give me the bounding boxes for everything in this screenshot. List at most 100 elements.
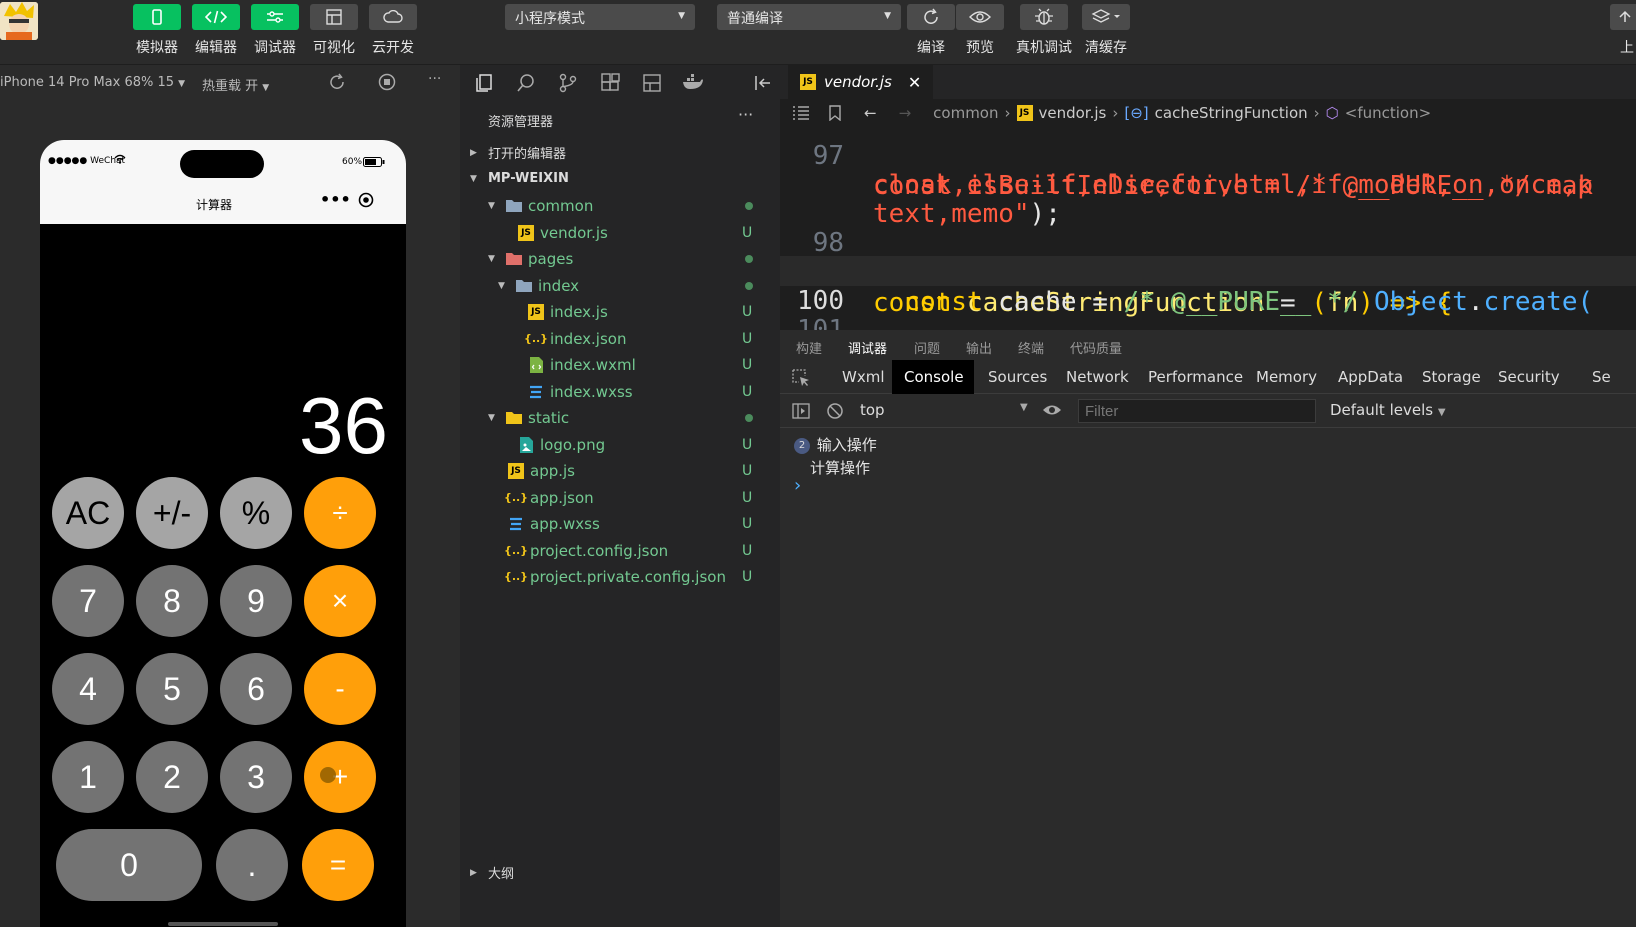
tree-item-logo-png[interactable]: logo.png U [460,431,780,458]
tree-item-index-folder[interactable]: ▼ index [460,272,780,299]
chevron-down-icon[interactable]: ▼ [1020,402,1028,413]
tree-item-static[interactable]: ▼ static [460,404,780,431]
compile-button[interactable] [907,4,955,30]
key-9[interactable]: 9 [220,565,292,637]
key-8[interactable]: 8 [136,565,208,637]
key-6[interactable]: 6 [220,653,292,725]
log-levels-select[interactable]: Default levels ▼ [1330,401,1446,419]
key-ac[interactable]: AC [52,477,124,549]
menu-dots-icon[interactable]: ••• [320,190,351,209]
more-icon[interactable]: ··· [428,71,441,87]
json-file-icon: {..} [503,491,529,504]
key-0[interactable]: 0 [56,829,202,901]
tree-item-project-config[interactable]: {..} project.config.json U [460,537,780,564]
key-1[interactable]: 1 [52,741,124,813]
tree-item-pages[interactable]: ▼ pages [460,245,780,272]
preview-button[interactable] [956,4,1004,30]
code-area[interactable]: 97 const isBuiltInDirective = /* @__PURE… [780,123,1636,330]
clear-cache-button[interactable] [1082,4,1130,30]
user-avatar[interactable] [0,2,38,40]
context-select[interactable]: top [860,401,885,419]
key-multiply[interactable]: × [304,565,376,637]
devtab-wxml[interactable]: Wxml [830,360,897,394]
tree-item-app-json[interactable]: {..} app.json U [460,484,780,511]
stop-icon[interactable] [378,73,396,91]
key-percent[interactable]: % [220,477,292,549]
devtab-performance[interactable]: Performance [1136,360,1255,394]
console-prompt-icon[interactable]: › [794,475,801,496]
open-editors-section[interactable]: ▶ 打开的编辑器 [460,139,780,166]
device-select[interactable]: iPhone 14 Pro Max 68% 15 ▼ [0,75,185,90]
reload-icon[interactable] [328,73,346,91]
cloud-toggle-button[interactable] [369,4,417,30]
hot-reload-select[interactable]: 热重载 开 ▼ [202,75,269,94]
key-7[interactable]: 7 [52,565,124,637]
devtab-memory[interactable]: Memory [1244,360,1329,394]
mode-select[interactable]: 小程序模式 ▼ [505,4,695,30]
devtab-console[interactable]: Console [892,360,974,394]
tree-item-index-wxml[interactable]: index.wxml U [460,351,780,378]
search-icon[interactable] [516,73,536,93]
key-sign[interactable]: +/- [136,477,208,549]
tree-item-index-json[interactable]: {..} index.json U [460,325,780,352]
simulator-toggle-button[interactable] [133,4,181,30]
tab-vendor-js[interactable]: JS vendor.js ✕ [788,65,934,99]
tree-item-app-wxss[interactable]: app.wxss U [460,510,780,537]
panel-tab-output[interactable]: 输出 [966,338,992,357]
tree-item-vendor-js[interactable]: JS vendor.js U [460,219,780,246]
editor-toggle-button[interactable] [192,4,240,30]
files-icon[interactable] [474,73,494,93]
capsule-close-icon[interactable] [358,192,374,208]
devtab-appdata[interactable]: AppData [1326,360,1415,394]
devtab-network[interactable]: Network [1054,360,1141,394]
root-folder[interactable]: ▼ MP-WEIXIN [460,165,780,192]
key-equals[interactable]: = [302,829,374,901]
tree-label: vendor.js [540,223,608,242]
panel-tab-build[interactable]: 构建 [796,338,822,357]
visual-toggle-button[interactable] [310,4,358,30]
outline-section[interactable]: ▶ 大纲 [460,859,780,886]
key-dot[interactable]: . [216,829,288,901]
compile-select[interactable]: 普通编译 ▼ [717,4,901,30]
devtab-overflow[interactable]: Se [1580,360,1623,394]
tree-item-app-js[interactable]: JS app.js U [460,457,780,484]
key-plus[interactable]: + [304,741,376,813]
chevron-right-icon: ▶ [470,147,477,158]
docker-icon[interactable] [682,73,704,91]
console-filter-input[interactable] [1078,399,1316,423]
panel-tab-code-quality[interactable]: 代码质量 [1070,338,1122,357]
key-3[interactable]: 3 [220,741,292,813]
tree-item-index-wxss[interactable]: index.wxss U [460,378,780,405]
open-editors-label: 打开的编辑器 [488,147,567,162]
source-control-icon[interactable] [558,73,578,93]
key-2[interactable]: 2 [136,741,208,813]
upload-button[interactable] [1610,4,1636,30]
panel-tab-problems[interactable]: 问题 [914,338,940,357]
clear-console-icon[interactable] [826,402,844,420]
key-divide[interactable]: ÷ [304,477,376,549]
key-minus[interactable]: - [304,653,376,725]
inspect-element-icon[interactable] [792,369,810,387]
key-4[interactable]: 4 [52,653,124,725]
explorer-more-icon[interactable]: ··· [738,105,753,124]
devtab-sources[interactable]: Sources [976,360,1059,394]
tree-item-common[interactable]: ▼ common [460,192,780,219]
collapse-sidebar-icon[interactable] [753,73,773,93]
code-editor: JS vendor.js ✕ ← → common › JS vendor.js… [780,65,1636,330]
tree-item-project-private-config[interactable]: {..} project.private.config.json U [460,563,780,590]
close-icon[interactable]: ✕ [908,73,921,92]
remote-debug-button[interactable] [1020,4,1068,30]
devtab-storage[interactable]: Storage [1410,360,1493,394]
devtab-security[interactable]: Security [1486,360,1572,394]
tab-label: vendor.js [824,73,892,91]
panel-icon[interactable] [642,73,662,93]
debugger-toggle-button[interactable] [251,4,299,30]
untracked-badge: U [742,462,753,479]
tree-item-index-js[interactable]: JS index.js U [460,298,780,325]
key-5[interactable]: 5 [136,653,208,725]
extensions-icon[interactable] [600,73,620,93]
sidebar-toggle-icon[interactable] [792,402,810,420]
eye-icon[interactable] [1042,403,1062,417]
panel-tab-terminal[interactable]: 终端 [1018,338,1044,357]
code-line-97: 97 const isBuiltInDirective = /* @__PURE… [780,111,1636,201]
